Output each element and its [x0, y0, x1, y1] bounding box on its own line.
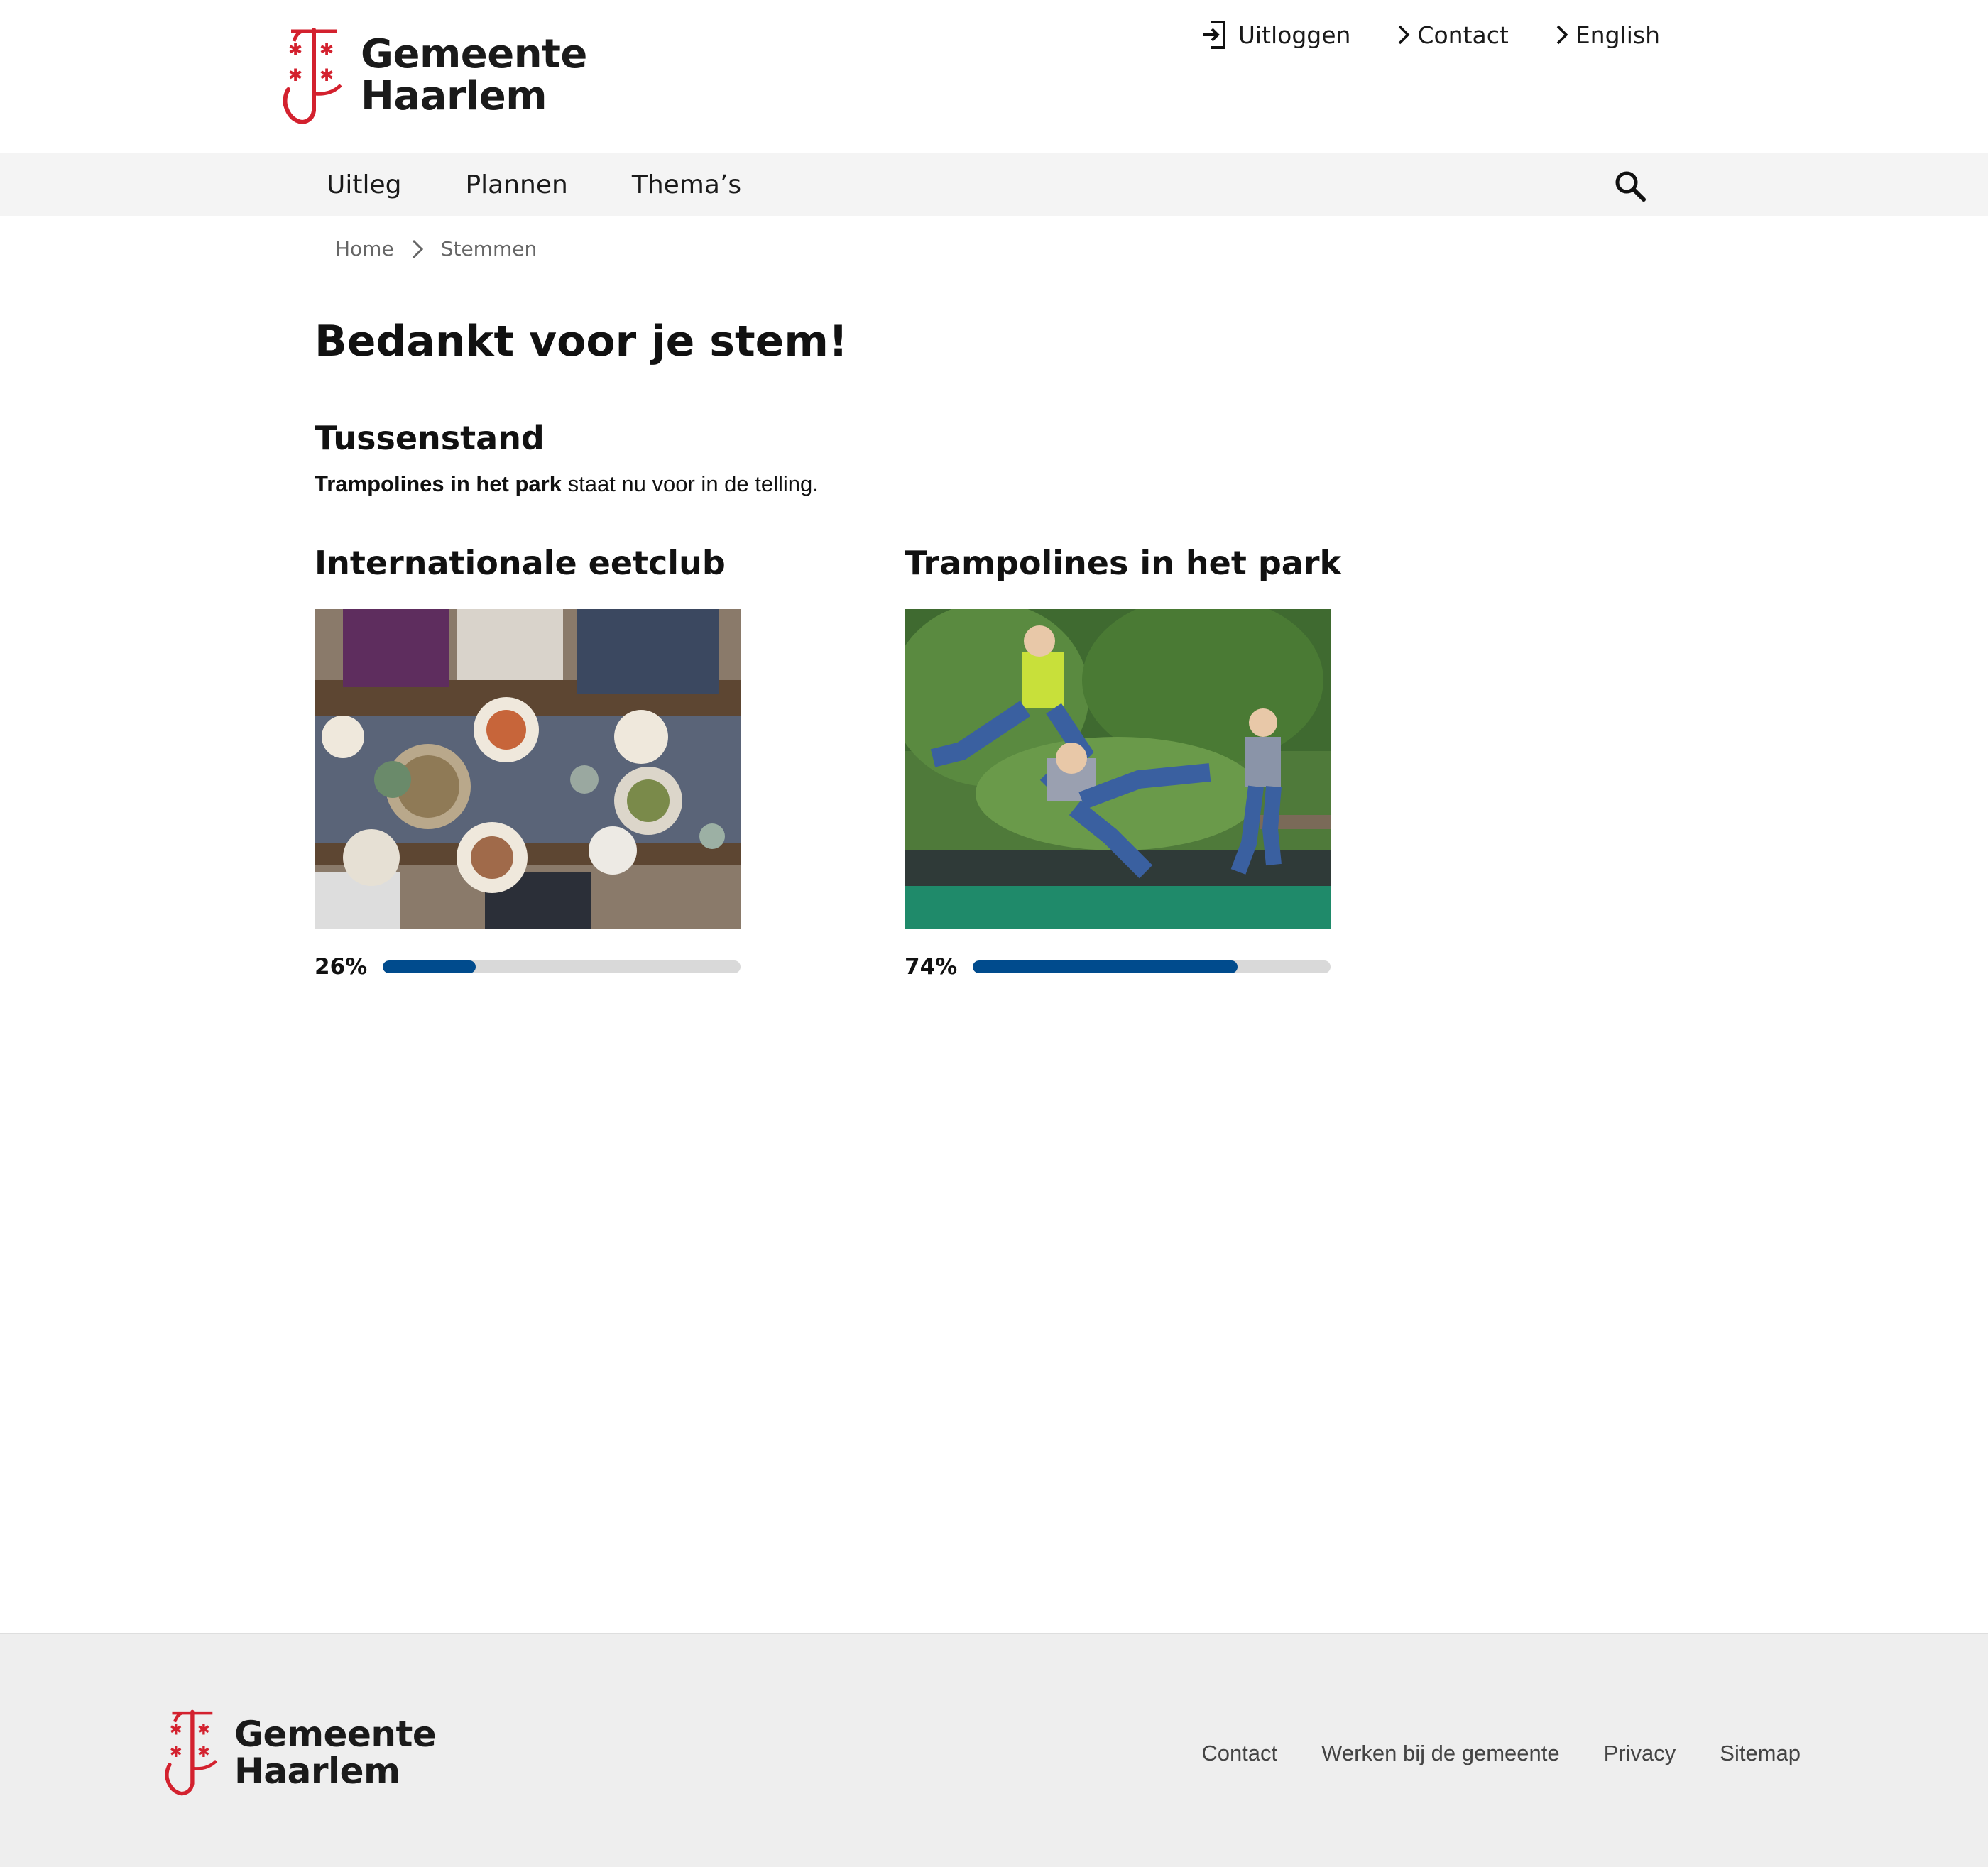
contact-label: Contact — [1417, 21, 1509, 49]
english-label: English — [1575, 21, 1660, 49]
nav-item-plannen[interactable]: Plannen — [465, 170, 567, 199]
trampoline-photo — [905, 609, 1331, 929]
breadcrumb-home[interactable]: Home — [335, 237, 394, 261]
page-title: Bedankt voor je stem! — [315, 317, 848, 366]
breadcrumb: Home Stemmen — [335, 237, 537, 261]
logo-line-2: Haarlem — [234, 1751, 400, 1792]
footer-link-contact[interactable]: Contact — [1201, 1741, 1277, 1766]
progress-bar-track — [383, 960, 741, 973]
site-header: ✱ ✱ ✱ ✱ Gemeente Haarlem Uitloggen Conta… — [0, 0, 1988, 153]
svg-text:✱: ✱ — [197, 1721, 210, 1739]
option-title: Trampolines in het park — [905, 544, 1342, 582]
contact-link[interactable]: Contact — [1396, 21, 1509, 49]
leader-suffix: staat nu voor in de telling. — [561, 471, 819, 496]
chevron-right-icon — [1556, 25, 1568, 45]
logout-icon — [1202, 21, 1225, 49]
top-links: Uitloggen Contact English — [1201, 20, 1660, 50]
breadcrumb-current: Stemmen — [440, 237, 537, 261]
english-link[interactable]: English — [1554, 21, 1660, 49]
progress-bar-fill — [973, 960, 1238, 973]
svg-text:✱: ✱ — [288, 40, 302, 60]
svg-text:✱: ✱ — [320, 40, 334, 60]
footer-link-werken[interactable]: Werken bij de gemeente — [1321, 1741, 1559, 1766]
standings-title: Tussenstand — [315, 419, 545, 457]
logout-label: Uitloggen — [1238, 21, 1351, 49]
chevron-right-icon — [1399, 25, 1410, 45]
logo-text: Gemeente Haarlem — [234, 1713, 437, 1792]
vote-progress: 74% — [905, 954, 1331, 980]
footer-logo[interactable]: ✱ ✱ ✱ ✱ Gemeente Haarlem — [163, 1708, 437, 1797]
svg-text:✱: ✱ — [170, 1721, 182, 1739]
vote-option-card: Trampolines in het park 74% — [905, 544, 1342, 980]
leader-name: Trampolines in het park — [315, 471, 562, 496]
nav-item-uitleg[interactable]: Uitleg — [327, 170, 401, 199]
logo-text: Gemeente Haarlem — [361, 31, 587, 119]
vote-percentage: 74% — [905, 954, 958, 980]
progress-bar-fill — [383, 960, 476, 973]
search-icon[interactable] — [1613, 169, 1647, 203]
chevron-right-icon — [412, 239, 423, 258]
svg-text:✱: ✱ — [320, 65, 334, 85]
logo-line-2: Haarlem — [361, 73, 547, 119]
vote-option-card: Internationale eetclub 26% — [315, 544, 741, 980]
site-footer: ✱ ✱ ✱ ✱ Gemeente Haarlem Contact Werken … — [0, 1633, 1988, 1867]
standings-summary: Trampolines in het park staat nu voor in… — [315, 471, 819, 497]
footer-links: Contact Werken bij de gemeente Privacy S… — [1201, 1741, 1801, 1766]
vote-progress: 26% — [315, 954, 741, 980]
svg-text:✱: ✱ — [170, 1743, 182, 1761]
vote-percentage: 26% — [315, 954, 368, 980]
logout-link[interactable]: Uitloggen — [1201, 20, 1351, 50]
dinner-table-photo — [315, 609, 741, 929]
footer-link-privacy[interactable]: Privacy — [1604, 1741, 1676, 1766]
main-navigation: Uitleg Plannen Thema’s — [0, 153, 1988, 216]
progress-bar-track — [973, 960, 1331, 973]
option-title: Internationale eetclub — [315, 544, 726, 582]
logo-line-1: Gemeente — [234, 1713, 437, 1755]
header-logo[interactable]: ✱ ✱ ✱ ✱ Gemeente Haarlem — [281, 26, 587, 126]
svg-text:✱: ✱ — [288, 65, 302, 85]
haarlem-crest-icon: ✱ ✱ ✱ ✱ — [165, 1709, 218, 1796]
logo-line-1: Gemeente — [361, 31, 587, 78]
nav-item-themas[interactable]: Thema’s — [632, 170, 741, 199]
haarlem-crest-icon: ✱ ✱ ✱ ✱ — [283, 28, 342, 125]
svg-text:✱: ✱ — [197, 1743, 210, 1761]
footer-link-sitemap[interactable]: Sitemap — [1720, 1741, 1801, 1766]
